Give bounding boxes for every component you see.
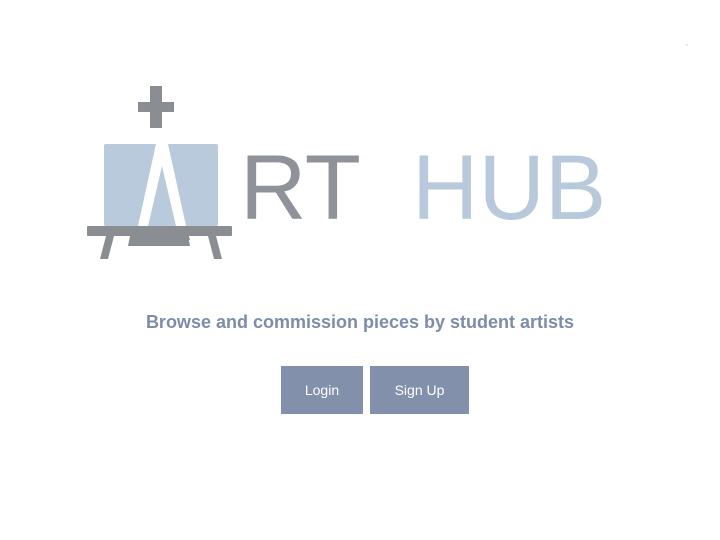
- login-button[interactable]: Login: [281, 366, 363, 414]
- signup-button[interactable]: Sign Up: [370, 366, 469, 414]
- landing-page: RT HUB Browse and commission pieces by s…: [0, 0, 720, 540]
- arthub-logo: RT HUB: [82, 82, 672, 267]
- tagline: Browse and commission pieces by student …: [145, 312, 575, 332]
- logo-text-rt: RT: [240, 137, 361, 239]
- page-corner-mark: [686, 44, 688, 46]
- logo-text-hub: HUB: [412, 137, 607, 239]
- auth-buttons: Login Sign Up: [281, 366, 469, 414]
